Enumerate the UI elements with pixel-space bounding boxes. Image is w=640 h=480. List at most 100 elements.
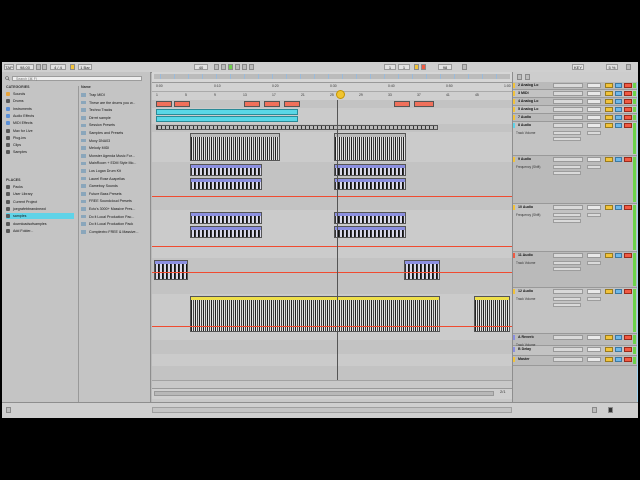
browser-search-input[interactable]: Search (⌘ F) xyxy=(12,76,142,81)
output-channel-chooser[interactable] xyxy=(553,137,581,141)
track-name[interactable]: 4 Analog Lo xyxy=(515,99,551,104)
stop-button[interactable] xyxy=(221,64,226,70)
info-toggle[interactable] xyxy=(6,407,11,413)
tap-tempo-button[interactable]: TAP xyxy=(4,64,14,70)
audio-clip[interactable] xyxy=(334,178,406,190)
key-map-button[interactable]: KEY xyxy=(572,64,584,70)
loop-switch-button[interactable] xyxy=(414,64,419,70)
arm-button[interactable] xyxy=(624,357,632,362)
file-list-item[interactable]: Melody MIDI xyxy=(81,145,147,151)
place-item[interactable]: downloadsofsamples xyxy=(6,221,74,227)
file-list-item[interactable]: Los Logan Drum Kit xyxy=(81,168,147,174)
output-routing-chooser[interactable] xyxy=(553,261,581,265)
place-item[interactable]: Packs xyxy=(6,184,74,190)
input-type-chooser[interactable] xyxy=(553,83,583,88)
track-activator-button[interactable] xyxy=(605,335,613,340)
output-routing-chooser[interactable] xyxy=(553,213,581,217)
file-list-item[interactable]: Moxy DNA03 xyxy=(81,138,147,144)
track-activator-button[interactable] xyxy=(605,205,613,210)
track-activator-button[interactable] xyxy=(605,157,613,162)
track-view-toggle[interactable] xyxy=(592,407,597,413)
output-channel-chooser[interactable] xyxy=(553,171,581,175)
record-button[interactable] xyxy=(228,64,233,70)
mixer-track[interactable]: 3 MIDI xyxy=(513,90,638,98)
file-list-item[interactable]: Future Bass Presets xyxy=(81,191,147,197)
track-activator-button[interactable] xyxy=(605,123,613,128)
place-item[interactable]: User Library xyxy=(6,191,74,197)
file-list-item[interactable]: MainRoom + EDM Style Mo... xyxy=(81,160,147,166)
solo-button[interactable] xyxy=(615,347,622,352)
track-activator-button[interactable] xyxy=(605,91,613,96)
arm-button[interactable] xyxy=(624,83,632,88)
midi-clip[interactable] xyxy=(174,101,190,107)
track-volume-field[interactable] xyxy=(587,157,601,162)
midi-clip[interactable] xyxy=(394,101,410,107)
output-routing-chooser[interactable] xyxy=(553,297,581,301)
midi-clip[interactable] xyxy=(264,101,280,107)
loop-end-field[interactable]: 1 xyxy=(398,64,410,70)
output-channel-chooser[interactable] xyxy=(553,219,581,223)
solo-button[interactable] xyxy=(615,253,622,258)
punch-in-button[interactable] xyxy=(421,64,426,70)
track-name[interactable]: 10 Audio xyxy=(515,205,551,210)
lane-8-audio[interactable] xyxy=(152,132,512,163)
solo-button[interactable] xyxy=(615,91,622,96)
file-list-item[interactable]: Dirrrrt sample xyxy=(81,115,147,121)
loop-length-field[interactable]: 98 xyxy=(438,64,452,70)
place-item[interactable]: Current Project xyxy=(6,199,74,205)
mixer-track[interactable]: A Reverb Track Volume xyxy=(513,334,638,347)
category-item[interactable]: Audio Effects xyxy=(6,113,74,119)
midi-clip[interactable] xyxy=(156,101,172,107)
audio-clip[interactable] xyxy=(334,212,406,224)
arm-button[interactable] xyxy=(624,91,632,96)
input-type-chooser[interactable] xyxy=(553,107,583,112)
arm-button[interactable] xyxy=(624,107,632,112)
arrangement-horizontal-scrollbar[interactable] xyxy=(152,388,512,399)
output-routing-chooser[interactable] xyxy=(553,131,581,135)
draw-mode-button[interactable] xyxy=(462,64,467,70)
audio-clip[interactable] xyxy=(190,164,262,176)
category-item[interactable]: Sounds xyxy=(6,91,74,97)
input-type-chooser[interactable] xyxy=(553,99,583,104)
solo-button[interactable] xyxy=(615,205,622,210)
midi-clip[interactable] xyxy=(284,101,300,107)
track-volume-field[interactable] xyxy=(587,205,601,210)
track-activator-button[interactable] xyxy=(605,289,613,294)
audio-clip[interactable] xyxy=(190,133,280,161)
mixer-track[interactable]: 10 Audio Frequency (Shift) xyxy=(513,204,638,252)
track-name[interactable]: Master xyxy=(515,357,551,362)
automation-line[interactable] xyxy=(152,196,512,197)
input-type-chooser[interactable] xyxy=(553,91,583,96)
lane-a-reverb[interactable] xyxy=(152,340,512,355)
arm-button[interactable] xyxy=(624,123,632,128)
overdub-button[interactable] xyxy=(235,64,240,70)
track-name[interactable]: A Reverb xyxy=(515,335,551,340)
track-name[interactable]: B Delay xyxy=(515,347,551,352)
track-volume-field[interactable] xyxy=(587,123,601,128)
input-type-chooser[interactable] xyxy=(553,289,583,294)
category-item[interactable]: MIDI Effects xyxy=(6,120,74,126)
tempo-field[interactable]: 98.00 xyxy=(16,64,34,70)
midi-clip[interactable] xyxy=(244,101,260,107)
input-type-chooser[interactable] xyxy=(553,205,583,210)
arm-button[interactable] xyxy=(624,115,632,120)
detail-view-toggle[interactable] xyxy=(608,407,613,413)
automation-line[interactable] xyxy=(152,326,512,327)
track-name[interactable]: 8 Audio xyxy=(515,123,551,128)
track-activator-button[interactable] xyxy=(605,99,613,104)
solo-button[interactable] xyxy=(615,99,622,104)
mixer-track[interactable]: 7 Audio xyxy=(513,114,638,122)
track-activator-button[interactable] xyxy=(605,107,613,112)
place-item[interactable]: Add Folder... xyxy=(6,228,74,234)
audio-clip-thin[interactable] xyxy=(156,125,438,130)
track-volume-field[interactable] xyxy=(587,91,601,96)
audio-clip[interactable] xyxy=(404,260,440,280)
audio-clip[interactable] xyxy=(190,178,262,190)
time-signature-field[interactable]: 4 / 4 xyxy=(50,64,66,70)
lane-9-audio[interactable] xyxy=(152,162,512,211)
mixer-track[interactable]: 12 Audio Track Volume xyxy=(513,288,638,334)
file-list-item[interactable]: FREE Soundcloud Presets xyxy=(81,198,147,204)
solo-button[interactable] xyxy=(615,107,622,112)
arm-button[interactable] xyxy=(624,157,632,162)
re-enable-automation-button[interactable] xyxy=(249,64,254,70)
